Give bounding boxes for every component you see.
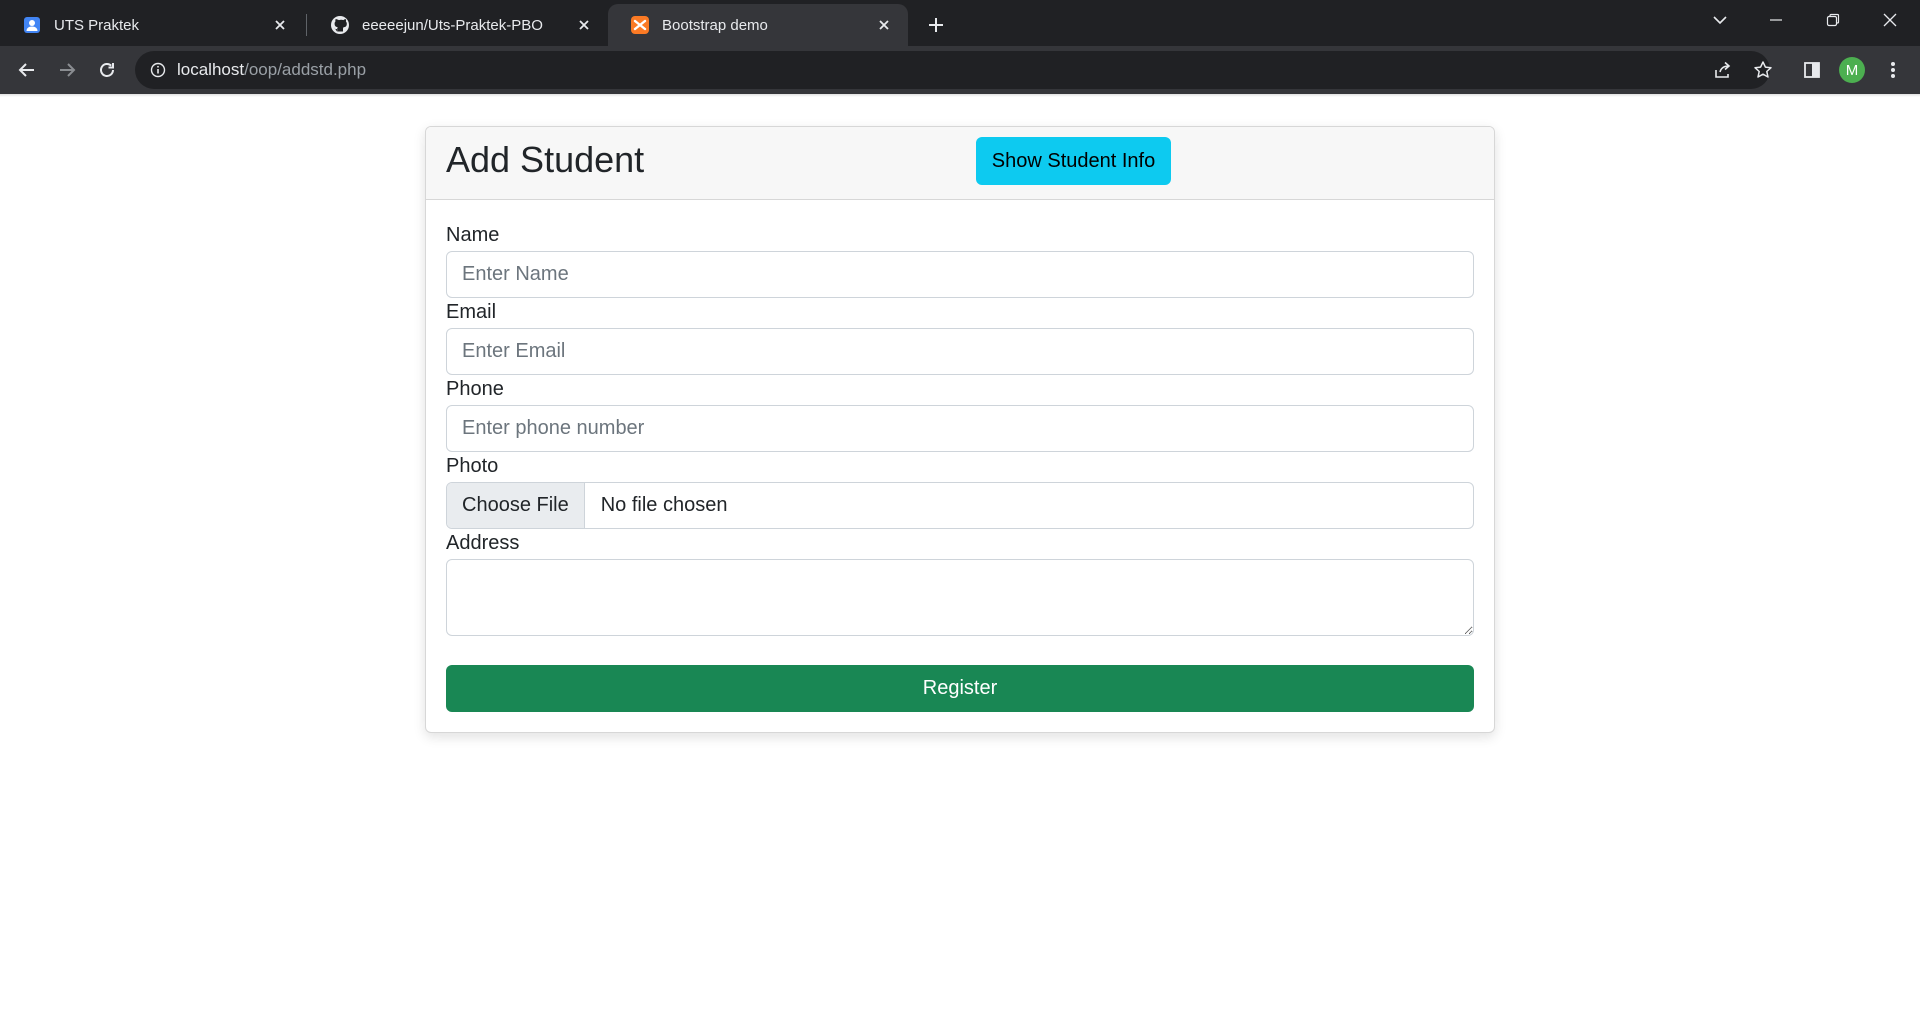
url-text[interactable]: localhost/oop/addstd.php — [177, 60, 366, 80]
phone-input[interactable] — [446, 405, 1474, 452]
chevron-down-icon — [1713, 16, 1727, 25]
arrow-right-icon — [60, 63, 76, 77]
close-icon[interactable] — [270, 15, 290, 35]
minimize-icon — [1770, 19, 1782, 21]
name-label: Name — [446, 224, 500, 246]
close-window-button[interactable] — [1862, 0, 1918, 40]
register-button[interactable]: Register — [446, 665, 1474, 712]
tab-bootstrap-demo[interactable]: Bootstrap demo — [608, 4, 908, 46]
email-label: Email — [446, 301, 497, 323]
menu-button[interactable] — [1878, 55, 1908, 85]
tab-title: eeeeejun/Uts-Praktek-PBO — [362, 16, 543, 34]
github-icon — [330, 15, 350, 35]
close-icon[interactable] — [574, 15, 594, 35]
url-host: localhost — [177, 60, 245, 79]
card-header: Add Student Show Student Info — [426, 127, 1494, 200]
choose-file-button[interactable]: Choose File — [447, 483, 585, 528]
restore-icon — [1826, 13, 1840, 27]
address-label: Address — [446, 532, 520, 554]
address-textarea[interactable] — [446, 559, 1474, 636]
name-input[interactable] — [446, 251, 1474, 298]
plus-icon — [929, 18, 943, 32]
xampp-icon — [630, 15, 650, 35]
back-button[interactable] — [11, 54, 43, 86]
profile-avatar[interactable]: M — [1839, 57, 1865, 83]
reload-icon — [100, 63, 114, 77]
tab-title: UTS Praktek — [54, 16, 140, 34]
page-title: Add Student — [446, 139, 645, 180]
restore-button[interactable] — [1805, 0, 1861, 40]
star-icon — [1754, 61, 1772, 78]
tab-title: Bootstrap demo — [662, 16, 768, 34]
tab-github[interactable]: eeeeejun/Uts-Praktek-PBO — [308, 4, 608, 46]
reload-button[interactable] — [91, 54, 123, 86]
info-icon[interactable] — [149, 61, 167, 79]
contact-icon — [22, 15, 42, 35]
minimize-button[interactable] — [1748, 0, 1804, 40]
tab-separator — [306, 14, 307, 36]
close-icon — [1883, 13, 1897, 27]
share-button[interactable] — [1708, 55, 1738, 85]
browser-toolbar: localhost/oop/addstd.php M — [0, 46, 1920, 94]
address-bar[interactable]: localhost/oop/addstd.php — [135, 51, 1770, 89]
url-path: /oop/addstd.php — [244, 60, 367, 79]
side-panel-icon — [1804, 62, 1820, 78]
photo-label: Photo — [446, 455, 499, 477]
email-input[interactable] — [446, 328, 1474, 375]
kebab-menu-icon — [1891, 62, 1895, 78]
tab-search-button[interactable] — [1692, 0, 1748, 40]
add-student-card: Add Student Show Student Info Name Email… — [425, 126, 1495, 733]
side-panel-button[interactable] — [1797, 55, 1827, 85]
browser-tab-bar: UTS Praktek eeeeejun/Uts-Praktek-PBO Boo… — [0, 0, 1920, 46]
arrow-left-icon — [18, 63, 34, 77]
photo-file-input[interactable]: Choose File No file chosen — [446, 482, 1474, 529]
forward-button[interactable] — [51, 54, 83, 86]
bookmark-button[interactable] — [1748, 55, 1778, 85]
share-icon — [1715, 61, 1731, 78]
new-tab-button[interactable] — [920, 9, 952, 41]
close-icon[interactable] — [874, 15, 894, 35]
file-status-text: No file chosen — [600, 494, 728, 516]
toolbar-shadow — [0, 94, 1920, 97]
tab-uts-praktek[interactable]: UTS Praktek — [0, 4, 304, 46]
show-student-info-button[interactable]: Show Student Info — [976, 137, 1171, 185]
phone-label: Phone — [446, 378, 504, 400]
